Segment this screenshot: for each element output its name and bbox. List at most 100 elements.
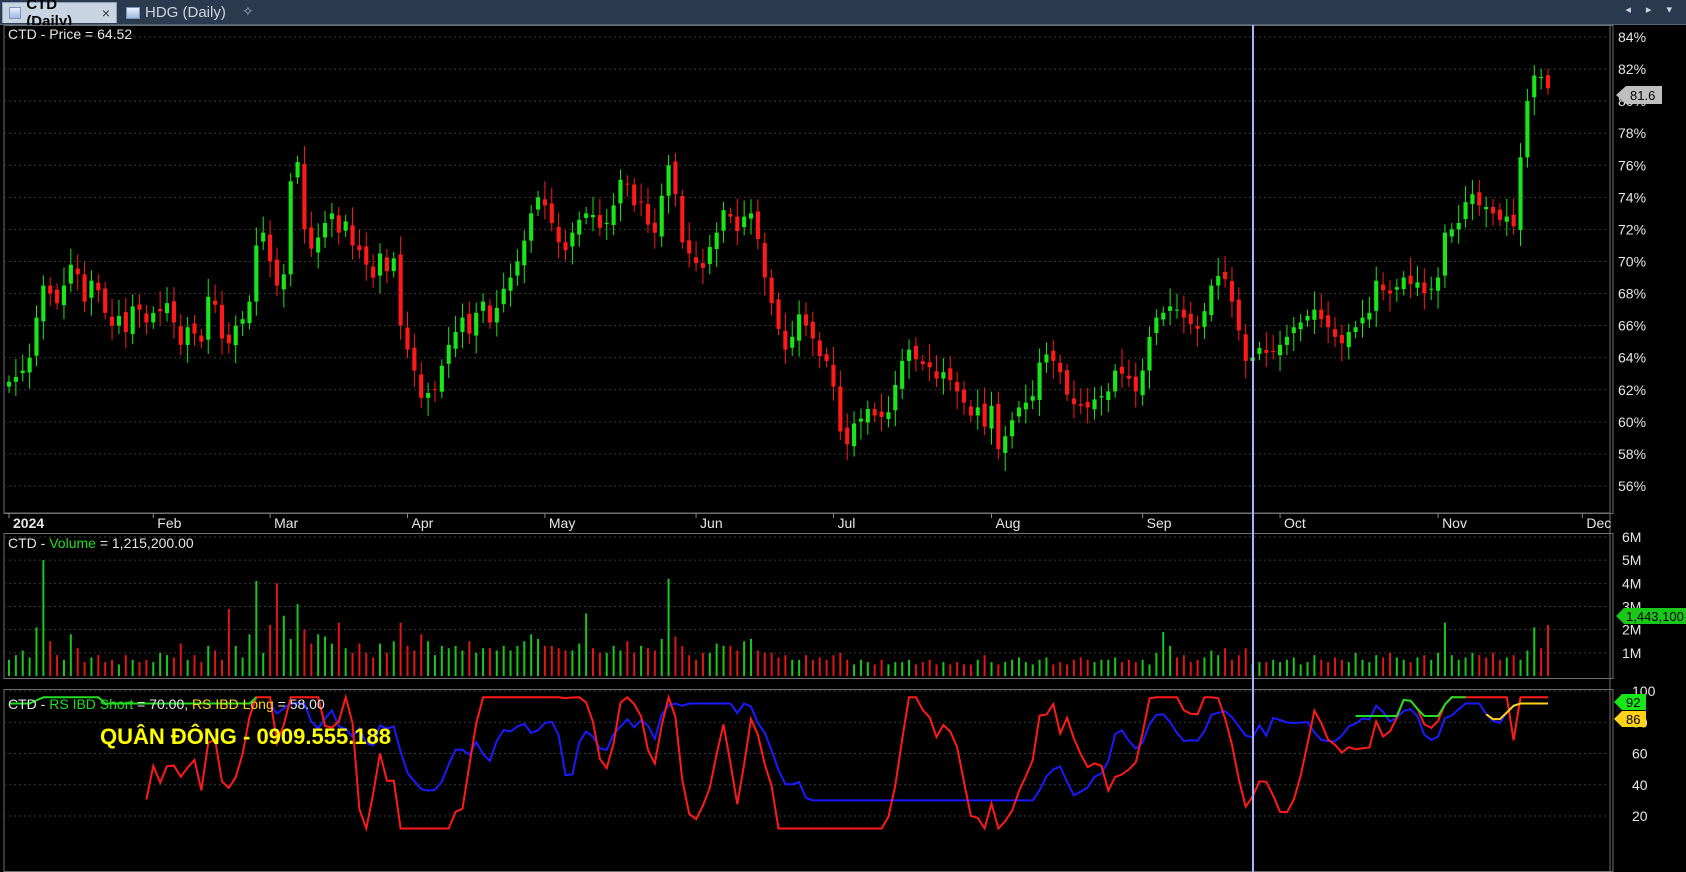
candle-body	[817, 340, 822, 357]
candle-body	[755, 211, 760, 240]
chart-area[interactable]: 84%82%80%78%76%74%72%70%68%66%64%62%60%5…	[0, 25, 1686, 872]
rs-tick-label: 60	[1632, 746, 1648, 762]
candle-body	[1051, 350, 1056, 361]
candle-body	[687, 240, 692, 254]
candle-body	[913, 345, 918, 360]
candle-body	[1408, 275, 1413, 284]
candle-body	[343, 221, 348, 231]
candle-body	[481, 301, 486, 311]
candle-body	[1119, 366, 1125, 374]
price-tick-label: 64%	[1618, 350, 1646, 366]
candle-body	[34, 317, 39, 356]
candle-body	[1126, 375, 1131, 379]
candle-body	[1037, 362, 1042, 401]
candle-body	[164, 303, 170, 314]
candle-body	[790, 336, 795, 348]
candle-body	[824, 354, 829, 361]
candle-body	[810, 321, 815, 339]
price-tick-label: 72%	[1618, 221, 1646, 237]
candle-body	[1374, 280, 1379, 311]
candle-body	[171, 301, 176, 323]
candle-body	[542, 199, 547, 206]
candle-body	[439, 365, 444, 392]
price-tick-label: 58%	[1618, 446, 1646, 462]
candle-body	[1188, 313, 1193, 325]
candle-body	[103, 288, 108, 313]
candle-body	[192, 323, 197, 334]
candle-body	[927, 362, 932, 368]
rs-pane-title: CTD - RS IBD Short = 70.00, RS IBD Long …	[8, 696, 325, 712]
candle-body	[1339, 334, 1344, 344]
candle-body	[659, 195, 664, 237]
candle-body	[213, 300, 218, 305]
candle-body	[268, 234, 273, 262]
candle-body	[673, 161, 678, 195]
candle-body	[652, 222, 657, 233]
candle-body	[1257, 348, 1262, 354]
candle-body	[1216, 275, 1221, 286]
tab-hdg-daily[interactable]: HDG (Daily)	[120, 2, 238, 23]
candle-body	[831, 364, 836, 387]
rs-short-label: RS IBD Short	[49, 696, 133, 712]
candle-body	[109, 316, 115, 326]
price-symbol: CTD	[8, 26, 37, 42]
candle-body	[226, 334, 231, 344]
candle-body	[446, 344, 451, 364]
candle-body	[1484, 206, 1489, 210]
tab-label: HDG (Daily)	[145, 4, 226, 21]
price-tick-label: 76%	[1618, 157, 1646, 173]
candle-body	[989, 405, 994, 429]
candle-body	[1065, 370, 1070, 395]
candle-body	[906, 349, 912, 361]
candle-body	[549, 203, 554, 224]
price-value: Price = 64.52	[49, 26, 132, 42]
rs-short-value: = 70.00,	[137, 696, 188, 712]
candle-body	[1415, 282, 1420, 288]
candle-body	[1133, 376, 1138, 392]
candle-body	[1539, 77, 1544, 79]
candle-body	[1353, 327, 1358, 333]
candle-body	[1106, 391, 1111, 401]
candle-body	[419, 374, 424, 398]
tab-scroll-arrows-icon[interactable]: ◂ ▸ ▾	[1625, 3, 1678, 16]
candle-body	[206, 296, 211, 340]
tab-ctd-daily[interactable]: CTD (Daily) ×	[2, 0, 117, 30]
candle-body	[453, 332, 458, 349]
candle-body	[735, 216, 740, 232]
candle-body	[199, 335, 204, 342]
date-tick-label: 2024	[13, 515, 44, 531]
candle-body	[1326, 315, 1331, 328]
candle-body	[1319, 309, 1324, 320]
candle-body	[1436, 277, 1441, 291]
candle-body	[1367, 312, 1372, 320]
new-tab-icon[interactable]: ✧	[242, 3, 254, 20]
candle-body	[391, 258, 396, 272]
candle-body	[1525, 101, 1530, 158]
volume-last-value: 1,443,100	[1626, 609, 1684, 624]
price-tick-label: 70%	[1618, 254, 1646, 270]
price-tick-label: 60%	[1618, 414, 1646, 430]
candle-body	[762, 242, 767, 278]
candle-body	[336, 215, 341, 233]
candle-body	[693, 257, 699, 264]
candle-body	[240, 319, 245, 324]
candle-body	[357, 245, 362, 251]
candle-body	[920, 361, 925, 365]
date-tick-label: Nov	[1442, 515, 1467, 531]
candle-body	[254, 245, 259, 302]
date-tick-label: Oct	[1284, 515, 1306, 531]
candle-body	[1298, 322, 1303, 330]
candle-body	[1545, 75, 1551, 89]
candle-body	[1209, 285, 1214, 316]
candle-body	[295, 162, 300, 178]
candle-body	[590, 214, 596, 218]
candle-body	[1085, 401, 1090, 408]
close-icon[interactable]: ×	[102, 5, 110, 21]
candle-body	[55, 289, 60, 304]
candle-body	[535, 197, 541, 210]
candle-body	[1305, 316, 1310, 321]
candle-body	[158, 308, 163, 312]
candle-body	[872, 409, 877, 416]
candle-body	[412, 347, 417, 371]
candle-body	[1078, 404, 1083, 406]
